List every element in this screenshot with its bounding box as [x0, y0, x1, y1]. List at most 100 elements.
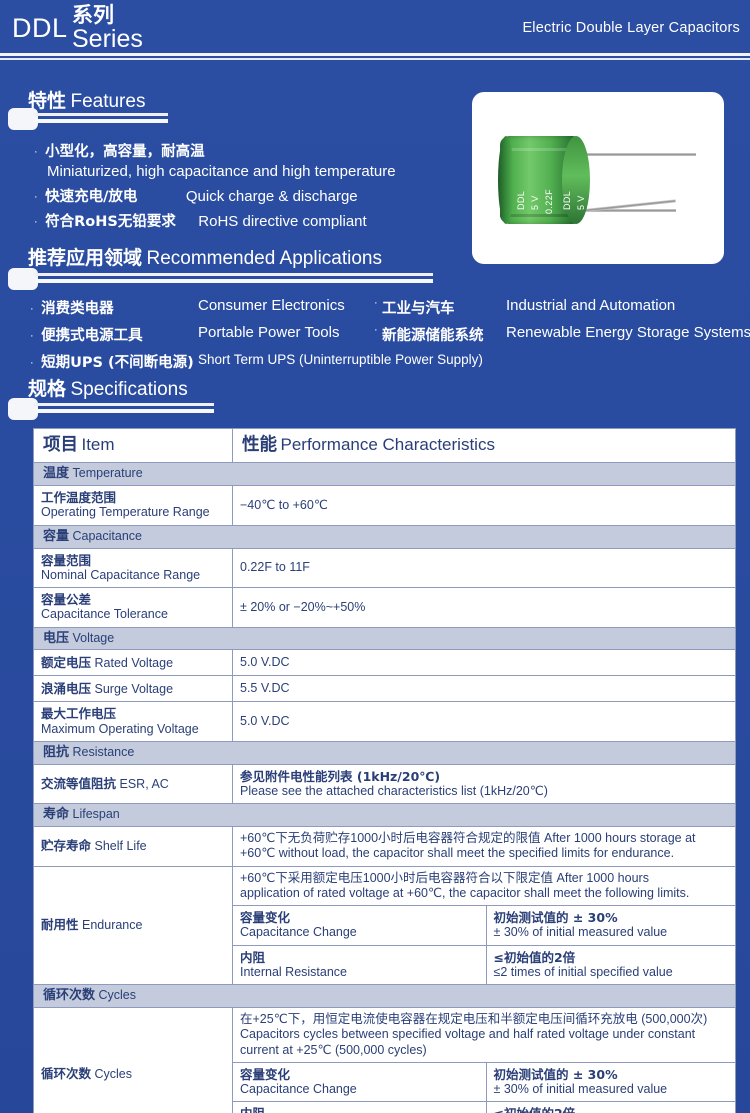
table-row: 最大工作电压 Maximum Operating Voltage 5.0 V.D… [33, 701, 736, 742]
series-label-en: Series [72, 25, 143, 53]
cycles-sub0-value: 初始测试值的 ± 30% ± 30% of initial measured v… [486, 1062, 735, 1103]
product-photo-card: DDL 5 V 0.22F DDL 5 V [472, 92, 724, 264]
row-item-cn: 额定电压 [41, 654, 92, 670]
bullet-icon: · [34, 145, 38, 158]
series-label-cn: 系列 [72, 3, 114, 27]
applications-heading: 推荐应用领域 Recommended Applications [28, 243, 382, 270]
row-item: 工作温度范围 Operating Temperature Range [33, 485, 233, 526]
specifications-heading-en: Specifications [70, 379, 188, 400]
deco-bar-2 [34, 409, 214, 413]
list-item: · 快速充电/放电 Quick charge & discharge [34, 185, 396, 206]
subtable-intro-row: +60℃下采用额定电压1000小时后电容器符合以下限定值 After 1000 … [233, 866, 735, 907]
capacitor-print-5v-2: 5 V [576, 195, 586, 210]
endurance-sub1-label: 内阻 Internal Resistance [233, 945, 487, 985]
feature-0-cn: 小型化，高容量，耐高温 [45, 144, 205, 160]
row-value-group: 在+25℃下，用恒定电流使电容器在规定电压和半额定电压间循环充放电 (500,0… [232, 1007, 736, 1113]
group-label-en: Voltage [72, 630, 115, 645]
sub-value-cn: 初始测试值的 ± 30% [493, 1066, 618, 1082]
row-item: 最大工作电压 Maximum Operating Voltage [33, 701, 233, 742]
header-tagline: Electric Double Layer Capacitors [522, 20, 740, 36]
list-item: · 短期UPS (不间断电源) Short Term UPS (Uninterr… [30, 351, 483, 372]
list-item: · 便携式电源工具 Portable Power Tools · 新能源储能系统… [30, 324, 750, 345]
row-item-cn: 容量公差 [41, 592, 92, 608]
feature-2-cn: 符合RoHS无铅要求 [45, 214, 176, 230]
header-divider-line-2 [0, 57, 750, 60]
row-value: 0.22F to 11F [232, 547, 736, 589]
sub-label-en: Internal Resistance [240, 964, 348, 979]
row-item: 容量公差 Capacitance Tolerance [33, 587, 233, 628]
group-label-en: Cycles [98, 988, 137, 1003]
group-row-resistance: 阻抗 Resistance [33, 740, 736, 765]
specifications-table: 项目 Item 性能 Performance Characteristics 温… [33, 427, 736, 1113]
group-label: 阻抗 Resistance [33, 740, 736, 765]
datasheet-page: DDL 系列 Series Electric Double Layer Capa… [0, 0, 750, 1113]
series-label: 系列 Series [72, 4, 143, 52]
table-row: 交流等值阻抗 ESR, AC 参见附件电性能列表 (1kHz/20℃) Plea… [33, 763, 736, 805]
table-row: 额定电压 Rated Voltage 5.0 V.DC [33, 649, 736, 677]
sub-value-cn: ≤初始值的2倍 [494, 1106, 729, 1113]
features-heading-decoration [8, 108, 168, 130]
deco-bar-1 [34, 273, 433, 276]
capacitor-print-5v-1: 5 V [530, 195, 540, 210]
group-row-lifespan: 寿命 Lifespan [33, 803, 736, 828]
application-l2-cn: 短期UPS (不间断电源) [41, 355, 194, 371]
bullet-icon: · [374, 297, 378, 309]
sub-value-en: ± 30% of initial measured value [493, 1082, 668, 1096]
specifications-heading: 规格 Specifications [28, 374, 188, 401]
row-value: 参见附件电性能列表 (1kHz/20℃) Please see the atta… [232, 763, 736, 805]
row-item-cn: 浪涌电压 [41, 680, 92, 696]
row-item-en: Capacitance Tolerance [41, 607, 168, 622]
row-item: 循环次数 Cycles [33, 1007, 233, 1113]
list-item-sub: Miniaturized, high capacitance and high … [34, 163, 396, 181]
row-item: 额定电压 Rated Voltage [33, 649, 233, 677]
group-label-en: Capacitance [72, 528, 143, 543]
sub-value-en: ± 30% of initial measured value [493, 925, 668, 940]
row-value-line: −40℃ to +60℃ [240, 497, 328, 512]
subtable-row: 内阻 Internal Resistance ≤初始值的2倍 ≤2 times … [233, 945, 735, 985]
application-r1-en: Renewable Energy Storage Systems [506, 324, 750, 341]
row-item-en: Surge Voltage [94, 681, 174, 696]
application-r0-en: Industrial and Automation [506, 297, 676, 314]
row-item-en: Cycles [94, 1067, 133, 1082]
deco-bar-2 [34, 279, 433, 283]
sub-value-cn: 初始测试值的 ± 30% [493, 910, 618, 926]
endurance-subtable: +60℃下采用额定电压1000小时后电容器符合以下限定值 After 1000 … [233, 866, 735, 985]
sub-label-cn: 内阻 [240, 1106, 479, 1113]
deco-bar-1 [34, 113, 168, 116]
bullet-icon: · [374, 324, 378, 336]
group-label-cn: 容量 [43, 528, 70, 544]
group-label-cn: 电压 [43, 630, 70, 646]
sub-value-cn: ≤初始值的2倍 [493, 949, 576, 965]
row-value: 5.0 V.DC [232, 649, 736, 677]
endurance-intro-cn: +60℃下采用额定电压1000小时后电容器符合以下限定值 After 1000 … [240, 870, 649, 885]
row-item-en: Operating Temperature Range [41, 505, 210, 520]
cycles-sub1-value: ≤初始值的2倍 ≤2 times of initial specified va… [486, 1102, 735, 1113]
cycles-sub0-label: 容量变化 Capacitance Change [233, 1062, 487, 1103]
row-item-en: Rated Voltage [94, 655, 174, 670]
row-item-en: Endurance [82, 918, 143, 933]
feature-2-en: RoHS directive compliant [198, 213, 367, 230]
row-value-line-cn: 参见附件电性能列表 (1kHz/20℃) [240, 768, 441, 784]
bullet-icon: · [30, 356, 34, 369]
endurance-sub0-label: 容量变化 Capacitance Change [233, 905, 487, 946]
row-item-en: Shelf Life [94, 839, 147, 854]
group-label: 容量 Capacitance [33, 524, 736, 549]
table-header-row: 项目 Item 性能 Performance Characteristics [33, 427, 736, 464]
sub-label-cn: 内阻 [240, 949, 266, 965]
group-label: 寿命 Lifespan [33, 803, 736, 828]
cycles-intro: 在+25℃下，用恒定电流使电容器在规定电压和半额定电压间循环充放电 (500,0… [233, 1008, 735, 1063]
row-item: 浪涌电压 Surge Voltage [33, 675, 233, 703]
application-l0-en: Consumer Electronics [198, 297, 345, 314]
row-item-cn: 交流等值阻抗 [41, 775, 117, 791]
row-value: 5.5 V.DC [232, 675, 736, 703]
row-item-cn: 工作温度范围 [41, 490, 117, 506]
bullet-icon: · [34, 215, 38, 228]
group-label-cn: 阻抗 [43, 744, 70, 760]
row-value-line-cn: +60℃下无负荷贮存1000小时后电容器符合规定的限值 After 1000 h… [240, 831, 696, 846]
row-value-line: 5.5 V.DC [240, 681, 290, 696]
feature-1-en: Quick charge & discharge [185, 188, 358, 205]
capacitor-print-022f: 0.22F [544, 188, 554, 214]
bullet-icon: · [34, 190, 38, 203]
table-row-cycles: 循环次数 Cycles 在+25℃下，用恒定电流使电容器在规定电压和半额定电压间… [33, 1007, 736, 1113]
list-item: · 符合RoHS无铅要求 RoHS directive compliant [34, 210, 396, 231]
